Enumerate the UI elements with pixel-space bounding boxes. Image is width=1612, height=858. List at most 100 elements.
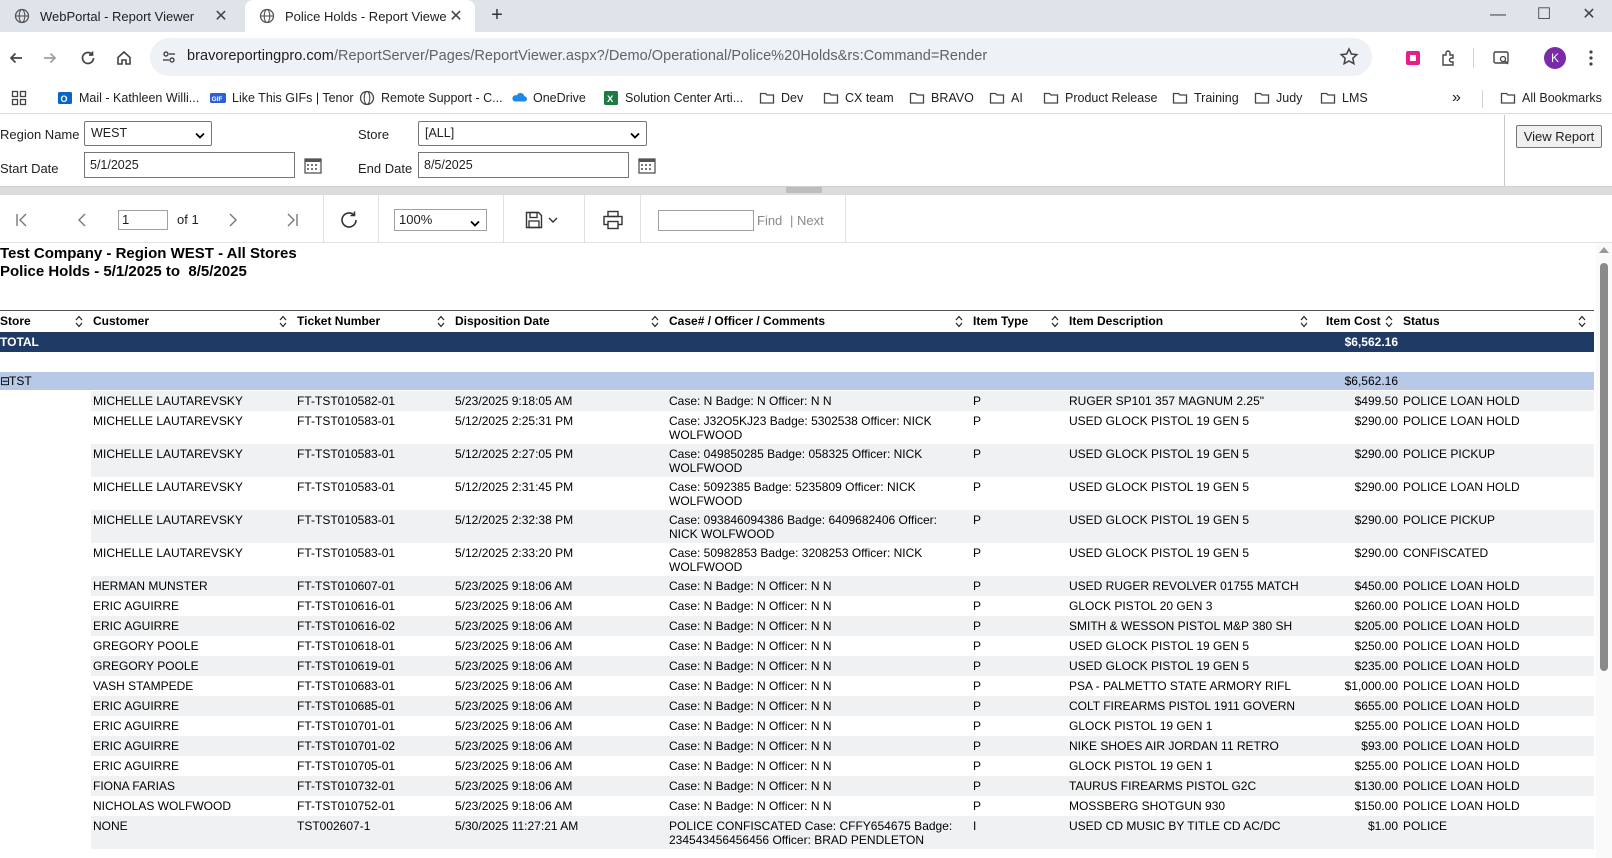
region-select[interactable]: WEST [84,121,212,146]
scrollbar-thumb[interactable] [1600,263,1608,671]
reload-icon[interactable] [74,44,102,72]
cell-desc: COLT FIREARMS PISTOL 1911 GOVERN [1069,699,1296,713]
sort-icon[interactable] [651,315,659,328]
group-cost: $6,562.16 [1344,374,1398,388]
column-header-item-type[interactable]: Item Type [973,314,1028,328]
close-tab-icon[interactable]: ✕ [212,6,230,26]
new-tab-button[interactable]: + [485,4,509,28]
cell-type: P [973,579,982,593]
bookmark-folder[interactable]: Product Release [1043,88,1157,108]
back-arrow-icon[interactable] [2,44,30,72]
find-link[interactable]: Find [757,213,782,228]
bookmark-item[interactable]: O Mail - Kathleen Willi... [57,88,199,108]
sort-icon[interactable] [1300,315,1308,328]
profile-avatar[interactable]: K [1542,45,1568,71]
bookmark-folder[interactable]: LMS [1320,88,1368,108]
sort-icon[interactable] [955,315,963,328]
column-header-ticket[interactable]: Ticket Number [297,314,380,328]
tab-search-icon[interactable] [1488,45,1514,71]
sort-icon[interactable] [75,315,83,328]
cell-date: 5/12/2025 2:31:45 PM [455,480,574,494]
bookmark-item[interactable]: GIF Like This GIFs | Tenor [210,88,354,108]
cell-type: P [973,619,982,633]
end-date-input[interactable]: 8/5/2025 [418,152,629,178]
zoom-select[interactable]: 100% [394,209,487,231]
first-page-icon[interactable] [10,208,34,232]
find-next-link[interactable]: Next [797,213,824,228]
folder-icon [1172,90,1188,106]
browser-tab-webportal[interactable]: WebPortal - Report Viewer ✕ [0,0,240,32]
bookmark-folder[interactable]: Training [1172,88,1239,108]
bookmark-folder[interactable]: Dev [759,88,803,108]
apps-grid-icon[interactable] [11,88,27,108]
cell-comments: Case: N Badge: N Officer: N N [669,699,832,713]
cell-ticket: FT-TST010583-01 [297,513,396,527]
save-export-icon[interactable] [522,208,546,232]
address-bar[interactable]: bravoreportingpro.com/ReportServer/Pages… [150,38,1372,76]
extensions-puzzle-icon[interactable] [1436,45,1462,71]
vertical-scrollbar[interactable] [1596,243,1612,858]
browser-tab-police-holds[interactable]: Police Holds - Report Viewer ✕ [245,0,475,32]
refresh-icon[interactable] [337,208,361,232]
export-chevron-down-icon[interactable] [546,208,560,232]
close-window-icon[interactable]: ✕ [1566,0,1612,32]
calendar-icon[interactable] [637,155,657,175]
home-icon[interactable] [110,44,138,72]
bookmark-folder[interactable]: BRAVO [909,88,974,108]
start-date-input[interactable]: 5/1/2025 [84,152,295,178]
collapse-grip-icon[interactable] [786,187,822,193]
forward-arrow-icon[interactable] [36,44,64,72]
cell-type: P [973,546,982,560]
column-header-customer[interactable]: Customer [93,314,149,328]
bookmark-item[interactable]: Remote Support - C... [359,88,503,108]
browser-menu-icon[interactable] [1578,45,1604,71]
bookmark-folder[interactable]: Judy [1254,88,1302,108]
previous-page-icon[interactable] [70,208,94,232]
parameter-splitter[interactable] [0,186,1612,195]
cell-status: POLICE LOAN HOLD [1403,579,1520,593]
bookmark-item[interactable]: X Solution Center Arti... [603,88,743,108]
cell-type: P [973,659,982,673]
page-number-input[interactable]: 1 [118,210,168,230]
minimize-icon[interactable]: — [1475,0,1521,32]
column-header-item-description[interactable]: Item Description [1069,314,1163,328]
cell-ticket: FT-TST010583-01 [297,447,396,461]
scroll-up-icon[interactable] [1599,247,1609,253]
sort-icon[interactable] [279,315,287,328]
site-info-icon[interactable] [160,48,178,66]
cell-ticket: FT-TST010701-02 [297,739,396,753]
cell-customer: ERIC AGUIRRE [93,739,180,753]
sort-icon[interactable] [1051,315,1059,328]
folder-icon [989,90,1005,106]
cell-ticket: FT-TST010583-01 [297,480,396,494]
extension-icon[interactable] [1400,45,1426,71]
last-page-icon[interactable] [280,208,304,232]
all-bookmarks[interactable]: All Bookmarks [1500,88,1602,108]
cell-status: POLICE LOAN HOLD [1403,699,1520,713]
svg-text:X: X [607,94,614,105]
column-header-store[interactable]: Store [0,314,31,328]
cell-ticket: FT-TST010705-01 [297,759,396,773]
print-icon[interactable] [601,208,625,232]
column-header-comments[interactable]: Case# / Officer / Comments [669,314,825,328]
bookmark-item[interactable]: OneDrive [511,88,586,108]
sort-icon[interactable] [437,315,445,328]
sort-icon[interactable] [1385,315,1393,328]
column-header-disposition-date[interactable]: Disposition Date [455,314,550,328]
sort-icon[interactable] [1578,315,1586,328]
maximize-icon[interactable]: ☐ [1521,0,1567,32]
cell-desc: USED GLOCK PISTOL 19 GEN 5 [1069,659,1250,673]
find-input[interactable] [658,210,754,231]
store-select[interactable]: [ALL] [418,121,647,146]
column-header-item-cost[interactable]: Item Cost [1326,314,1381,328]
view-report-button[interactable]: View Report [1516,125,1602,148]
bookmark-folder[interactable]: CX team [823,88,894,108]
column-header-status[interactable]: Status [1403,314,1440,328]
cell-date: 5/23/2025 9:18:06 AM [455,679,573,693]
calendar-icon[interactable] [303,155,323,175]
close-tab-icon[interactable]: ✕ [447,6,465,26]
next-page-icon[interactable] [221,208,245,232]
more-bookmarks-icon[interactable]: » [1452,88,1461,108]
bookmark-folder[interactable]: AI [989,88,1023,108]
bookmark-star-icon[interactable] [1338,46,1360,68]
